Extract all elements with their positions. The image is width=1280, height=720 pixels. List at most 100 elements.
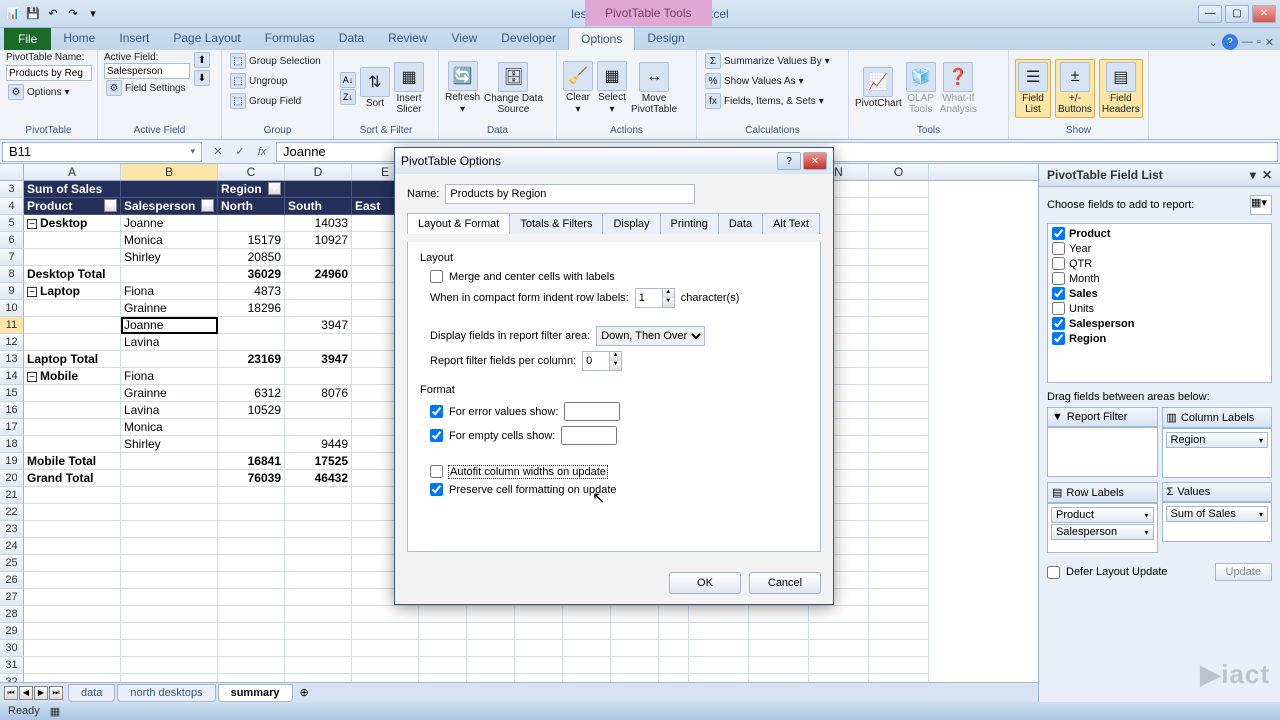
field-list-toggle[interactable]: ☰Field List: [1015, 59, 1051, 118]
cell[interactable]: [467, 606, 515, 623]
merge-cells-checkbox[interactable]: [430, 270, 443, 283]
cell[interactable]: 3947: [285, 317, 352, 334]
cell[interactable]: [218, 572, 285, 589]
sort-desc-icon[interactable]: Z↓: [340, 89, 356, 105]
cell[interactable]: [419, 657, 467, 674]
tab-options[interactable]: Options: [568, 27, 635, 50]
row-header[interactable]: 6: [0, 232, 24, 249]
tab-formulas[interactable]: Formulas: [253, 27, 327, 50]
cell[interactable]: [689, 623, 749, 640]
cell[interactable]: [563, 640, 611, 657]
cell[interactable]: 3947: [285, 351, 352, 368]
field-checkbox[interactable]: [1052, 227, 1065, 240]
field-checkbox[interactable]: [1052, 302, 1065, 315]
fieldlist-fields[interactable]: ProductYearQTRMonthSalesUnitsSalesperson…: [1047, 223, 1272, 383]
workbook-close-icon[interactable]: ✕: [1265, 36, 1274, 49]
report-filter-area[interactable]: [1047, 427, 1158, 477]
cell[interactable]: [809, 640, 869, 657]
cell[interactable]: [285, 657, 352, 674]
tab-developer[interactable]: Developer: [489, 27, 568, 50]
cell[interactable]: [869, 521, 929, 538]
cell[interactable]: [24, 657, 121, 674]
workbook-minimize-icon[interactable]: —: [1242, 36, 1253, 48]
cell[interactable]: [218, 538, 285, 555]
row-header[interactable]: 8: [0, 266, 24, 283]
column-header[interactable]: O: [869, 164, 929, 180]
field-sales[interactable]: Sales: [1050, 286, 1269, 301]
show-values-as-button[interactable]: %Show Values As ▾: [703, 72, 806, 90]
column-header[interactable]: C: [218, 164, 285, 180]
row-header[interactable]: 19: [0, 453, 24, 470]
cell[interactable]: [563, 657, 611, 674]
field-checkbox[interactable]: [1052, 257, 1065, 270]
cell[interactable]: [809, 606, 869, 623]
row-header[interactable]: 9: [0, 283, 24, 300]
cell[interactable]: [24, 555, 121, 572]
row-header[interactable]: 14: [0, 368, 24, 385]
cell[interactable]: [24, 436, 121, 453]
cell[interactable]: [749, 640, 809, 657]
ungroup-button[interactable]: ⬚Ungroup: [228, 72, 289, 90]
cell[interactable]: 8076: [285, 385, 352, 402]
olap-tools-button[interactable]: 🧊OLAP Tools: [906, 62, 936, 115]
cell[interactable]: [285, 555, 352, 572]
row-labels-area[interactable]: Product▾Salesperson▾: [1047, 503, 1158, 553]
row-header[interactable]: 26: [0, 572, 24, 589]
maximize-button[interactable]: ▢: [1225, 5, 1249, 23]
cell[interactable]: 36029: [218, 266, 285, 283]
row-header[interactable]: 20: [0, 470, 24, 487]
cell[interactable]: [869, 589, 929, 606]
cell[interactable]: [24, 589, 121, 606]
cell[interactable]: [515, 606, 563, 623]
cell[interactable]: Product▾: [24, 198, 121, 215]
row-header[interactable]: 27: [0, 589, 24, 606]
cell[interactable]: [869, 606, 929, 623]
cell[interactable]: [659, 623, 689, 640]
cell[interactable]: [218, 436, 285, 453]
cell[interactable]: [419, 623, 467, 640]
expand-field-icon[interactable]: ⬆: [194, 52, 210, 68]
group-selection-button[interactable]: ⬚Group Selection: [228, 52, 323, 70]
cell[interactable]: North: [218, 198, 285, 215]
group-field-button[interactable]: ⬚Group Field: [228, 92, 303, 110]
error-values-checkbox[interactable]: [430, 405, 443, 418]
display-fields-select[interactable]: Down, Then Over: [596, 326, 705, 346]
cell[interactable]: −Desktop: [24, 215, 121, 232]
cell[interactable]: [218, 368, 285, 385]
cell[interactable]: [285, 300, 352, 317]
dialog-tab-display[interactable]: Display: [602, 213, 660, 234]
tab-insert[interactable]: Insert: [107, 27, 161, 50]
cell[interactable]: [809, 657, 869, 674]
move-pivottable-button[interactable]: ↔Move PivotTable: [631, 62, 677, 115]
cell[interactable]: [24, 385, 121, 402]
tab-design[interactable]: Design: [635, 27, 696, 50]
cell[interactable]: [869, 538, 929, 555]
select-button[interactable]: ▦Select▾: [597, 61, 627, 115]
cell[interactable]: [218, 419, 285, 436]
cell[interactable]: [611, 623, 659, 640]
cell[interactable]: 17525: [285, 453, 352, 470]
cell[interactable]: Shirley: [121, 436, 218, 453]
cell[interactable]: [869, 198, 929, 215]
cell[interactable]: 9449: [285, 436, 352, 453]
cell[interactable]: [24, 623, 121, 640]
cell[interactable]: Joanne: [121, 215, 218, 232]
cell[interactable]: Salesperson▾: [121, 198, 218, 215]
cell[interactable]: [467, 623, 515, 640]
cell[interactable]: [285, 334, 352, 351]
cell[interactable]: [121, 487, 218, 504]
row-header[interactable]: 28: [0, 606, 24, 623]
active-field-input[interactable]: [104, 63, 190, 79]
update-button[interactable]: Update: [1215, 563, 1272, 581]
cell[interactable]: −Mobile: [24, 368, 121, 385]
cell[interactable]: [749, 623, 809, 640]
sheet-tab-summary[interactable]: summary: [218, 684, 293, 702]
cell[interactable]: Fiona: [121, 283, 218, 300]
excel-icon[interactable]: 📊: [4, 5, 22, 23]
select-all-corner[interactable]: [0, 164, 24, 180]
cell[interactable]: [869, 436, 929, 453]
field-checkbox[interactable]: [1052, 332, 1065, 345]
cell[interactable]: [121, 538, 218, 555]
cell[interactable]: [515, 657, 563, 674]
row-header[interactable]: 31: [0, 657, 24, 674]
